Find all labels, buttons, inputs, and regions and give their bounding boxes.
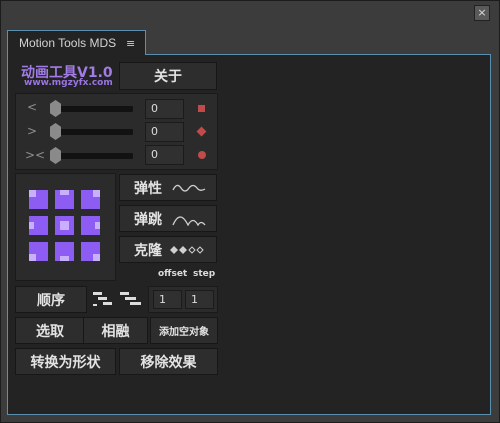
elastic-button[interactable]: 弹性 (119, 174, 217, 201)
sequence-button[interactable]: 顺序 (15, 286, 87, 313)
ease-both-value-field[interactable]: 0 (145, 145, 184, 165)
ease-in-slider-track[interactable] (50, 106, 133, 112)
anchor-bottom-left-marker (29, 254, 36, 261)
close-button[interactable]: × (474, 5, 490, 21)
stagger-right-icon[interactable] (90, 291, 115, 307)
clone-label: 克隆 (134, 242, 162, 259)
add-null-button[interactable]: 添加空对象 (150, 317, 218, 344)
offset-label: offset (158, 269, 188, 279)
bounce-icon (172, 215, 206, 226)
step-label: step (193, 269, 216, 279)
dots-icon (170, 245, 204, 254)
tab-divider (146, 54, 491, 55)
ease-out-slider-track[interactable] (50, 129, 133, 135)
blend-label: 相融 (101, 323, 130, 340)
clone-button[interactable]: 克隆 (119, 236, 217, 263)
anchor-center-marker (60, 221, 69, 230)
offset-value-field[interactable]: 1 (153, 290, 182, 309)
anchor-top-right-marker (93, 190, 100, 197)
convert-to-shape-label: 转换为形状 (30, 354, 101, 371)
anchor-middle-left-marker (29, 222, 34, 229)
blend-button[interactable]: 相融 (83, 317, 148, 344)
ease-in-value-field[interactable]: 0 (145, 99, 184, 119)
sequence-label: 顺序 (37, 292, 65, 309)
stagger-left-icon[interactable] (118, 291, 144, 307)
panel-menu-icon[interactable]: ≡ (126, 37, 135, 50)
logo-url: www.mgzyfx.com (24, 78, 113, 88)
anchor-top-center-marker (60, 190, 69, 195)
convert-to-shape-button[interactable]: 转换为形状 (15, 348, 116, 375)
ease-both-slider-track[interactable] (50, 153, 133, 159)
anchor-top-left-marker (29, 190, 36, 197)
elastic-label: 弹性 (134, 180, 162, 197)
about-label: 关于 (154, 69, 182, 85)
remove-effects-button[interactable]: 移除效果 (119, 348, 218, 375)
circle-keyframe-icon[interactable] (198, 151, 206, 159)
bounce-label: 弹跳 (134, 211, 162, 228)
select-button[interactable]: 选取 (15, 317, 85, 344)
anchor-bottom-center-marker (60, 256, 69, 261)
ease-both-arrow-icon: >< (25, 148, 46, 162)
add-null-label: 添加空对象 (159, 327, 209, 338)
ease-in-arrow-icon: < (27, 100, 38, 114)
remove-effects-label: 移除效果 (140, 354, 197, 371)
select-label: 选取 (36, 323, 64, 340)
wave-icon (172, 184, 206, 192)
ease-out-value-field[interactable]: 0 (145, 122, 184, 142)
step-value-field[interactable]: 1 (185, 290, 214, 309)
bounce-button[interactable]: 弹跳 (119, 205, 217, 232)
anchor-bottom-right-marker (93, 254, 100, 261)
about-button[interactable]: 关于 (119, 62, 217, 90)
square-keyframe-icon[interactable] (198, 105, 205, 112)
anchor-middle-right-marker (95, 222, 100, 229)
ease-out-arrow-icon: > (27, 124, 38, 138)
tab-label: Motion Tools MDS (19, 36, 117, 50)
